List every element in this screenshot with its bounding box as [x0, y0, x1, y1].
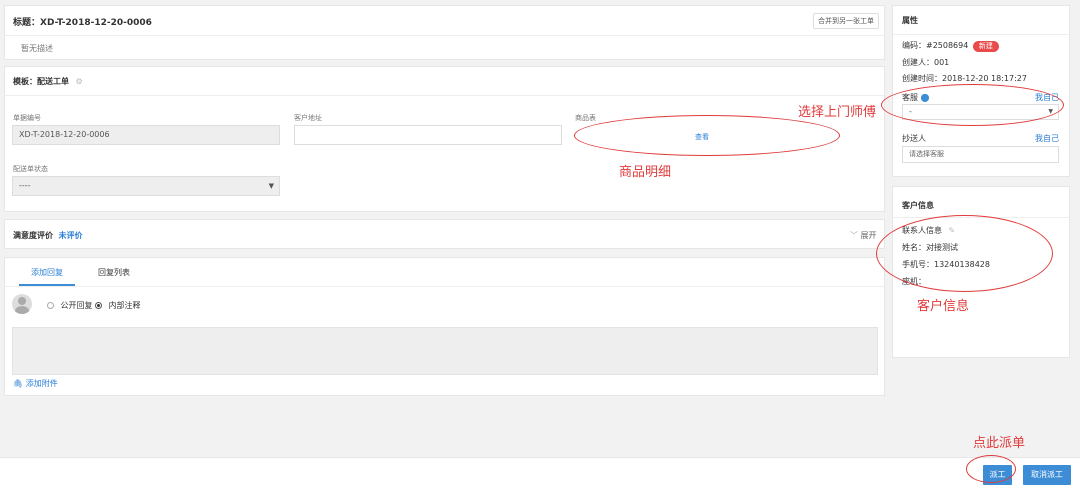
radio-empty-icon — [47, 302, 54, 309]
customer-header: 客户信息 — [902, 201, 934, 210]
description-text: 暂无描述 — [21, 44, 53, 53]
divider — [5, 35, 884, 36]
creator-text: 创建人：001 — [902, 58, 950, 67]
title-card: 标题：XD-T-2018-12-20-0006 合并到另一张工单 暂无描述 — [4, 5, 885, 60]
cc-label: 抄送人 — [902, 134, 926, 143]
radio-public-label: 公开回复 — [60, 301, 93, 310]
created-time-text: 创建时间：2018-12-20 18:17:27 — [902, 74, 1027, 83]
merge-button[interactable]: 合并到另一张工单 — [813, 13, 879, 29]
status-label: 配送单状态 — [13, 165, 48, 173]
address-field[interactable] — [294, 125, 562, 145]
footer-bar — [0, 457, 1080, 485]
tab-add-reply[interactable]: 添加回复 — [31, 267, 63, 278]
radio-internal[interactable]: 内部注释 — [95, 300, 141, 311]
cc-assign-self-link[interactable]: 我自己 — [1035, 133, 1059, 144]
rating-row: 满意度评价 未评价 — [13, 230, 83, 241]
tab-reply-list[interactable]: 回复列表 — [98, 267, 130, 278]
divider — [5, 286, 884, 287]
gear-icon[interactable]: ⚙ — [76, 77, 83, 86]
status-select[interactable]: ---- ▼ — [12, 176, 280, 196]
annotation-ellipse-customer — [876, 215, 1053, 292]
status-badge: 新建 — [972, 41, 999, 52]
chevron-down-icon: ﹀ — [850, 231, 858, 240]
code-row: 编码：#2508694 新建 — [902, 40, 999, 52]
rating-card: 满意度评价 未评价 ﹀ 展开 — [4, 219, 885, 249]
expand-toggle[interactable]: ﹀ 展开 — [850, 230, 877, 241]
radio-checked-icon — [95, 302, 102, 309]
avatar — [12, 294, 32, 314]
reply-textarea[interactable] — [12, 327, 878, 375]
user-icon — [18, 297, 26, 305]
address-label: 客户地址 — [294, 114, 322, 122]
order-no-field[interactable]: XD-T-2018-12-20-0006 — [12, 125, 280, 145]
expand-label: 展开 — [860, 231, 877, 240]
ticket-code: 编码：#2508694 — [902, 41, 969, 50]
annotation-select-master: 选择上门师傅 — [798, 105, 877, 120]
attach-link[interactable]: 🖇 添加附件 — [13, 378, 58, 389]
cc-input[interactable]: 请选择客服 — [902, 146, 1059, 163]
cancel-dispatch-button[interactable]: 取消派工 — [1023, 465, 1071, 485]
annotation-ellipse-service — [881, 84, 1064, 126]
goods-label: 商品表 — [575, 114, 596, 122]
attach-label: 添加附件 — [25, 379, 58, 388]
template-label-row: 模板：配送工单 ⚙ — [13, 76, 83, 87]
annotation-goods-detail: 商品明细 — [619, 165, 672, 180]
annotation-customer-info: 客户信息 — [917, 299, 970, 314]
divider — [5, 95, 884, 96]
template-label: 模板：配送工单 — [13, 77, 69, 86]
radio-internal-label: 内部注释 — [108, 301, 141, 310]
rating-value: 未评价 — [58, 231, 83, 240]
annotation-ellipse-dispatch — [966, 455, 1016, 483]
radio-public[interactable]: 公开回复 — [47, 300, 93, 311]
caret-down-icon: ▼ — [268, 182, 274, 190]
annotation-ellipse-goods — [574, 115, 840, 156]
annotation-click-dispatch: 点此派单 — [973, 436, 1026, 451]
page-title: 标题：XD-T-2018-12-20-0006 — [13, 18, 152, 28]
paperclip-icon: 🖇 — [13, 379, 24, 388]
status-value: ---- — [19, 181, 31, 190]
rating-label: 满意度评价 — [13, 231, 53, 240]
user-body-shape — [15, 306, 29, 314]
divider — [893, 34, 1069, 35]
reply-card: 添加回复 回复列表 公开回复 内部注释 🖇 添加附件 — [4, 257, 885, 396]
order-no-label: 单据编号 — [13, 114, 41, 122]
attributes-header: 属性 — [902, 16, 918, 25]
